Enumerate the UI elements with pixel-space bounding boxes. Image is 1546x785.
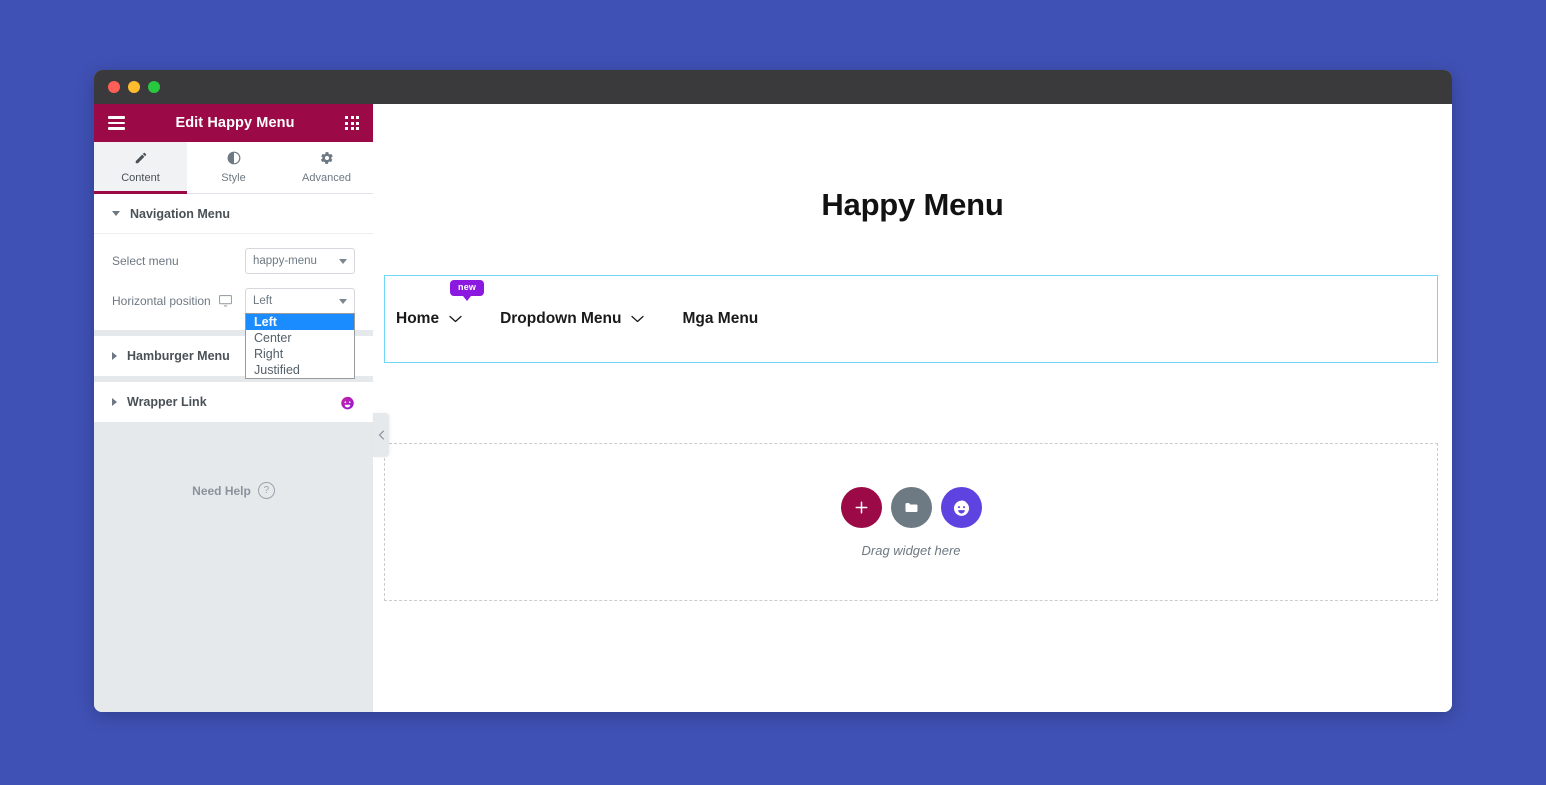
chevron-down-icon	[339, 258, 347, 264]
need-help-link[interactable]: Need Help ?	[94, 482, 373, 499]
chevron-left-icon	[378, 430, 384, 440]
add-template-button[interactable]	[890, 486, 932, 528]
chevron-right-icon	[112, 398, 117, 406]
tab-advanced-label: Advanced	[302, 172, 351, 184]
dropzone-label: Drag widget here	[861, 542, 961, 558]
navigation-menu-widget[interactable]: new Home Dropdown Menu Mga Menu	[384, 275, 1438, 363]
folder-icon	[905, 502, 917, 512]
control-horizontal-position-text: Horizontal position	[112, 294, 211, 308]
tab-content[interactable]: Content	[94, 142, 187, 194]
horizontal-position-select[interactable]: Left	[245, 288, 355, 314]
horizontal-position-value: Left	[253, 295, 273, 307]
gear-icon	[320, 151, 334, 168]
control-select-menu: Select menu happy-menu	[112, 248, 355, 274]
grid-apps-icon[interactable]	[345, 116, 359, 130]
tab-style[interactable]: Style	[187, 142, 280, 193]
section-wrapper-link-header[interactable]: Wrapper Link	[94, 382, 373, 422]
question-mark-icon: ?	[257, 482, 275, 499]
window-body: Edit Happy Menu Content Style Advanced N…	[94, 104, 1452, 712]
control-horizontal-position-label: Horizontal position	[112, 294, 245, 308]
section-navigation-menu-body: Select menu happy-menu Horizontal positi…	[94, 234, 373, 379]
horizontal-position-select-wrap: Left Left Center Right Justified	[245, 288, 355, 379]
section-navigation-menu: Navigation Menu Select menu happy-menu H…	[94, 194, 373, 379]
control-horizontal-position: Horizontal position Left Left Center Rig…	[112, 288, 355, 379]
new-badge: new	[450, 280, 485, 301]
editor-canvas: Happy Menu new Home Dropdown Menu Mga Me…	[373, 104, 1452, 712]
chevron-down-icon[interactable]	[449, 315, 462, 323]
section-wrapper-link: Wrapper Link	[94, 382, 373, 422]
chevron-down-icon	[112, 211, 120, 216]
editor-panel: Edit Happy Menu Content Style Advanced N…	[94, 104, 389, 712]
control-select-menu-label: Select menu	[112, 254, 179, 268]
window-titlebar	[94, 70, 1452, 104]
hamburger-icon[interactable]	[108, 116, 125, 130]
option-right[interactable]: Right	[246, 346, 354, 362]
nav-item-dropdown-menu[interactable]: Dropdown Menu	[500, 310, 682, 328]
horizontal-position-options: Left Center Right Justified	[245, 313, 355, 379]
widget-dropzone[interactable]: Drag widget here	[384, 443, 1438, 601]
option-center[interactable]: Center	[246, 330, 354, 346]
tab-style-label: Style	[221, 172, 246, 184]
nav-list: new Home Dropdown Menu Mga Menu	[385, 280, 796, 328]
option-left[interactable]: Left	[246, 314, 354, 330]
section-wrapper-link-label: Wrapper Link	[127, 395, 207, 409]
pencil-icon	[134, 151, 148, 168]
select-menu-dropdown[interactable]: happy-menu	[245, 248, 355, 274]
tab-content-label: Content	[121, 172, 160, 184]
panel-header: Edit Happy Menu	[94, 104, 373, 142]
select-menu-value: happy-menu	[253, 255, 317, 267]
chevron-down-icon	[339, 298, 347, 304]
nav-item-mga-menu-label: Mga Menu	[682, 310, 759, 327]
window-maximize-button[interactable]	[148, 81, 160, 93]
page-title: Happy Menu	[821, 187, 1004, 222]
nav-item-home-label: Home	[396, 310, 440, 327]
add-element-button[interactable]	[840, 486, 882, 528]
ai-face-icon	[953, 500, 969, 516]
section-navigation-menu-header[interactable]: Navigation Menu	[94, 194, 373, 234]
panel-collapse-button[interactable]	[373, 413, 389, 457]
chevron-down-icon[interactable]	[631, 315, 645, 323]
tab-advanced[interactable]: Advanced	[280, 142, 373, 193]
option-justified[interactable]: Justified	[246, 362, 354, 378]
nav-item-dropdown-menu-label: Dropdown Menu	[500, 310, 622, 327]
window-close-button[interactable]	[108, 81, 120, 93]
panel-title: Edit Happy Menu	[175, 115, 295, 131]
contrast-icon	[227, 151, 241, 168]
ai-button[interactable]	[940, 486, 982, 528]
browser-window: Edit Happy Menu Content Style Advanced N…	[94, 70, 1452, 712]
dropzone-buttons	[840, 486, 982, 528]
need-help-label: Need Help	[192, 483, 251, 498]
section-navigation-menu-label: Navigation Menu	[130, 206, 231, 221]
nav-item-mga-menu[interactable]: Mga Menu	[682, 310, 796, 328]
monitor-icon[interactable]	[218, 295, 232, 307]
ai-face-icon[interactable]	[340, 395, 355, 410]
window-minimize-button[interactable]	[128, 81, 140, 93]
panel-content: Navigation Menu Select menu happy-menu H…	[94, 194, 373, 712]
plus-icon	[855, 501, 867, 513]
chevron-right-icon	[112, 352, 117, 360]
nav-item-home[interactable]: new Home	[396, 280, 500, 328]
panel-tabs: Content Style Advanced	[94, 142, 373, 194]
